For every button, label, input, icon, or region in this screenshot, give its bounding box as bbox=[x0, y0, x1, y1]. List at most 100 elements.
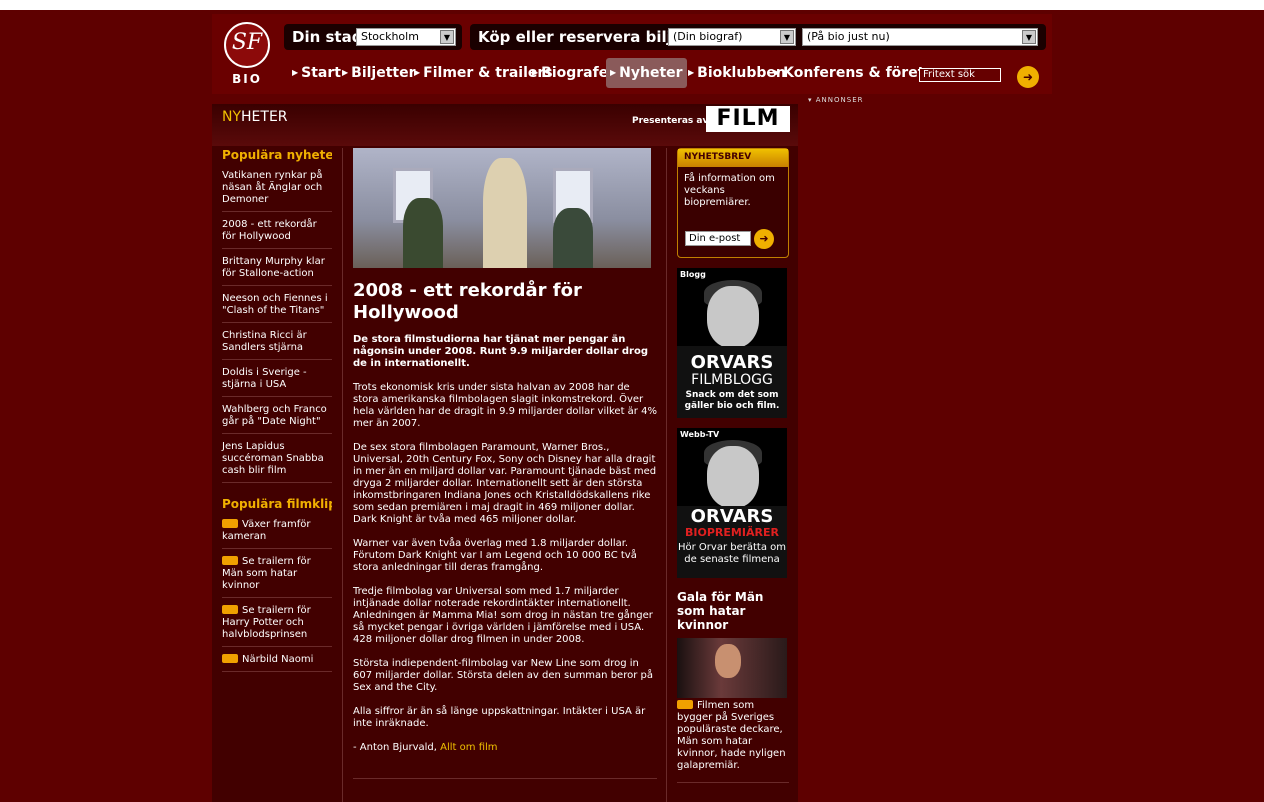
city-bar: Din stad: Stockholm ▼ bbox=[284, 24, 462, 50]
article-paragraph: Alla siffror är än så länge uppskattning… bbox=[353, 706, 646, 729]
ads-label: ▾ ANNONSER bbox=[808, 96, 864, 104]
chevron-down-icon: ▼ bbox=[780, 30, 794, 44]
gala-text-label: Filmen som bygger på Sveriges populärast… bbox=[677, 700, 786, 771]
news-link[interactable]: Wahlberg och Franco går på "Date Night" bbox=[222, 404, 332, 434]
logo-ring: SF bbox=[224, 22, 270, 68]
news-link[interactable]: Neeson och Fiennes i "Clash of the Titan… bbox=[222, 293, 332, 323]
image-figure bbox=[403, 198, 443, 268]
search-go-button[interactable]: ➜ bbox=[1017, 66, 1039, 88]
image-figure bbox=[483, 158, 527, 268]
webtv-tag: Webb-TV bbox=[680, 430, 720, 439]
section-header: NYHETER Presenteras av: FILM bbox=[212, 104, 798, 146]
newsletter-heading: NYHETSBREV bbox=[678, 149, 788, 167]
column-divider bbox=[666, 148, 667, 802]
camera-icon bbox=[222, 605, 238, 614]
webtv-title-1: ORVARS bbox=[690, 506, 774, 527]
triangle-right-icon: ▶ bbox=[610, 68, 617, 77]
email-field[interactable]: Din e-post bbox=[685, 231, 751, 246]
nav-biljetter[interactable]: ▶ Biljetter bbox=[338, 58, 420, 88]
article-lead: De stora filmstudiorna har tjänat mer pe… bbox=[353, 334, 648, 369]
column-divider bbox=[342, 148, 343, 802]
tickets-bar: Köp eller reservera biljetter: (Din biog… bbox=[470, 24, 1046, 50]
top-strip bbox=[0, 0, 1264, 10]
camera-icon bbox=[222, 654, 238, 663]
gala-image[interactable] bbox=[677, 638, 787, 698]
news-link[interactable]: Jens Lapidus succéroman Snabba cash blir… bbox=[222, 441, 332, 483]
article: 2008 - ett rekordår för Hollywood De sto… bbox=[353, 148, 657, 779]
news-link[interactable]: Christina Ricci är Sandlers stjärna bbox=[222, 330, 332, 360]
section-title: NYHETER bbox=[222, 109, 288, 125]
nav-label: Nyheter bbox=[619, 65, 683, 81]
webtv-sub: Hör Orvar berätta om de senaste filmena bbox=[678, 542, 786, 565]
triangle-right-icon: ▶ bbox=[342, 68, 349, 77]
city-select[interactable]: Stockholm ▼ bbox=[356, 28, 456, 46]
article-paragraph: Största indiependent-filmbolag var New L… bbox=[353, 658, 653, 693]
nav-label: Biljetter bbox=[351, 65, 416, 81]
blog-promo[interactable]: Blogg ORVARS FILMBLOGG Snack om det som … bbox=[677, 268, 787, 418]
article-title: 2008 - ett rekordår för Hollywood bbox=[353, 280, 582, 323]
section-title-rest: HETER bbox=[241, 109, 288, 125]
left-column: Populära nyheter Vatikanen rynkar på näs… bbox=[222, 148, 332, 679]
sponsor-logo[interactable]: FILM bbox=[706, 106, 790, 132]
chevron-down-icon: ▼ bbox=[1022, 30, 1036, 44]
clip-label: Närbild Naomi bbox=[242, 654, 314, 665]
triangle-right-icon: ▶ bbox=[774, 68, 781, 77]
nav-label: Start bbox=[301, 65, 341, 81]
triangle-right-icon: ▶ bbox=[414, 68, 421, 77]
logo-text: BIO bbox=[232, 72, 262, 86]
clip-link[interactable]: Närbild Naomi bbox=[222, 654, 332, 672]
cinema-select-value: (Din biograf) bbox=[673, 30, 743, 43]
presented-by: Presenteras av: bbox=[632, 116, 712, 126]
gala-image-face bbox=[715, 644, 741, 678]
webtv-title-2: BIOPREMIÄRER bbox=[685, 526, 779, 539]
nav-label: Biografer bbox=[541, 65, 616, 81]
playing-select-value: (På bio just nu) bbox=[807, 30, 890, 43]
nav-start[interactable]: ▶ Start bbox=[288, 58, 345, 88]
triangle-right-icon: ▶ bbox=[292, 68, 299, 77]
news-link[interactable]: 2008 - ett rekordår för Hollywood bbox=[222, 219, 332, 249]
article-paragraph: De sex stora filmbolagen Paramount, Warn… bbox=[353, 442, 657, 525]
blog-sub: Snack om det som gäller bio och film. bbox=[684, 390, 780, 411]
camera-icon bbox=[222, 556, 238, 565]
promo-portrait bbox=[707, 446, 759, 508]
playing-select[interactable]: (På bio just nu) ▼ bbox=[802, 28, 1038, 46]
clip-link[interactable]: Se trailern för Harry Potter och halvblo… bbox=[222, 605, 332, 647]
popular-clips-heading: Populära filmklipp bbox=[222, 497, 332, 511]
triangle-right-icon: ▶ bbox=[532, 68, 539, 77]
blog-title-2: FILMBLOGG bbox=[691, 372, 773, 388]
cinema-select[interactable]: (Din biograf) ▼ bbox=[668, 28, 796, 46]
gala-rule bbox=[677, 782, 789, 783]
search-input[interactable]: Fritext sök bbox=[919, 68, 1001, 82]
site-container: SF BIO Din stad: Stockholm ▼ Köp eller r… bbox=[212, 14, 1052, 802]
gala-text: Filmen som bygger på Sveriges populärast… bbox=[677, 700, 789, 772]
logo-mark: SF bbox=[231, 30, 263, 55]
newsletter-box: NYHETSBREV Få information om veckans bio… bbox=[677, 148, 789, 258]
byline-link[interactable]: Allt om film bbox=[440, 742, 497, 753]
nav-nyheter[interactable]: ▶ Nyheter bbox=[606, 58, 687, 88]
clip-link[interactable]: Växer framför kameran bbox=[222, 519, 332, 549]
clip-link[interactable]: Se trailern för Män som hatar kvinnor bbox=[222, 556, 332, 598]
webtv-promo[interactable]: Webb-TV ORVARS BIOPREMIÄRER Hör Orvar be… bbox=[677, 428, 787, 578]
chevron-down-icon: ▼ bbox=[440, 30, 454, 44]
byline-author: - Anton Bjurvald, bbox=[353, 742, 437, 753]
sf-bio-logo[interactable]: SF BIO bbox=[222, 22, 272, 86]
right-column: NYHETSBREV Få information om veckans bio… bbox=[677, 148, 789, 783]
article-paragraph: Warner var även tvåa överlag med 1.8 mil… bbox=[353, 538, 637, 573]
news-link[interactable]: Doldis i Sverige - stjärna i USA bbox=[222, 367, 332, 397]
header: SF BIO Din stad: Stockholm ▼ Köp eller r… bbox=[212, 14, 1052, 94]
triangle-right-icon: ▶ bbox=[688, 68, 695, 77]
article-paragraph: Tredje filmbolag var Universal som med 1… bbox=[353, 586, 653, 645]
gala-title[interactable]: Gala för Män som hatar kvinnor bbox=[677, 590, 789, 632]
popular-news-heading: Populära nyheter bbox=[222, 148, 332, 162]
newsletter-submit-button[interactable]: ➜ bbox=[754, 229, 774, 249]
article-byline: - Anton Bjurvald, Allt om film bbox=[353, 742, 657, 754]
article-bottom-rule bbox=[353, 778, 657, 779]
main-content: NYHETER Presenteras av: FILM Populära ny… bbox=[212, 104, 798, 802]
image-figure bbox=[553, 208, 593, 268]
article-image bbox=[353, 148, 651, 268]
camera-icon bbox=[677, 700, 693, 709]
news-link[interactable]: Brittany Murphy klar för Stallone-action bbox=[222, 256, 332, 286]
news-link[interactable]: Vatikanen rynkar på näsan åt Änglar och … bbox=[222, 170, 332, 212]
promo-portrait bbox=[707, 286, 759, 348]
blog-title-1: ORVARS bbox=[690, 352, 774, 373]
